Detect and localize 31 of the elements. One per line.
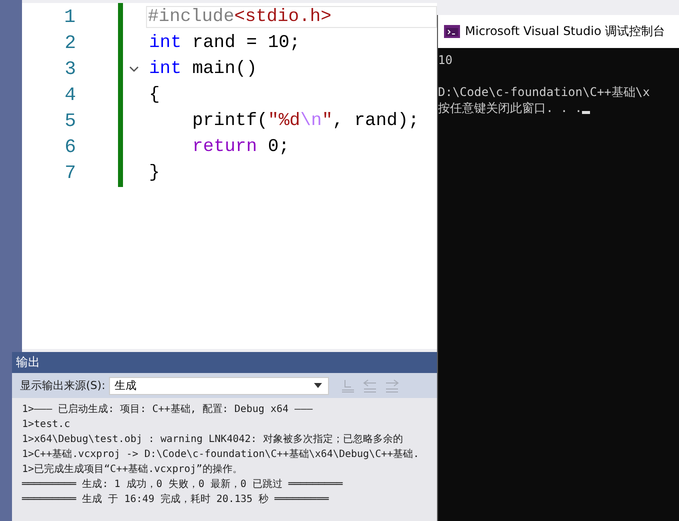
window-title: Microsoft Visual Studio 调试控制台: [465, 23, 666, 40]
code-line: return 0;: [191, 136, 290, 158]
console-text: 10: [438, 53, 452, 67]
code-line: }: [148, 162, 161, 184]
line-number: 6: [64, 136, 76, 158]
output-line: ═════════ 生成 于 16:49 完成，耗时 20.135 秒 ═════════: [22, 492, 330, 507]
collapse-icon[interactable]: [129, 65, 139, 73]
code-line: printf("%d\n", rand);: [191, 110, 420, 132]
line-number: 7: [64, 162, 76, 184]
console-text: D:\Code\c-foundation\C++基础\x: [438, 84, 650, 100]
console-app-icon: [444, 25, 460, 38]
line-number: 4: [64, 84, 76, 106]
line-number: 3: [64, 58, 76, 80]
output-line: 1>——— 已启动生成: 项目: C++基础, 配置: Debug x64 ———: [22, 402, 314, 417]
source-dropdown[interactable]: 生成: [109, 376, 330, 394]
output-line: 1>C++基础.vcxproj -> D:\Code\c-foundation\C++基础\x64\Debug\C++基础.: [22, 448, 420, 462]
code-line: {: [148, 84, 161, 106]
code-line: int rand = 10;: [148, 32, 302, 54]
source-label: 显示输出来源(S):: [20, 378, 106, 393]
output-line: ═════════ 生成: 1 成功，0 失败，0 最新，0 已跳过 ═════════: [22, 478, 344, 492]
panel-title: 输出: [16, 354, 40, 371]
next-message-icon[interactable]: [383, 378, 402, 394]
output-line: 1>test.c: [22, 418, 72, 432]
code-line: int main(): [148, 58, 258, 80]
line-number: 5: [64, 110, 76, 132]
line-number: 2: [64, 32, 76, 54]
output-line: 1>x64\Debug\test.obj : warning LNK4042: 对象被多次指定；已忽略多余的: [22, 432, 404, 447]
dropdown-caret-icon: [314, 383, 322, 388]
output-line: 1>已完成生成项目“C++基础.vcxproj”的操作。: [22, 462, 244, 477]
console-text: 按任意键关闭此窗口. . .: [438, 100, 582, 116]
line-number: 1: [63, 6, 76, 28]
